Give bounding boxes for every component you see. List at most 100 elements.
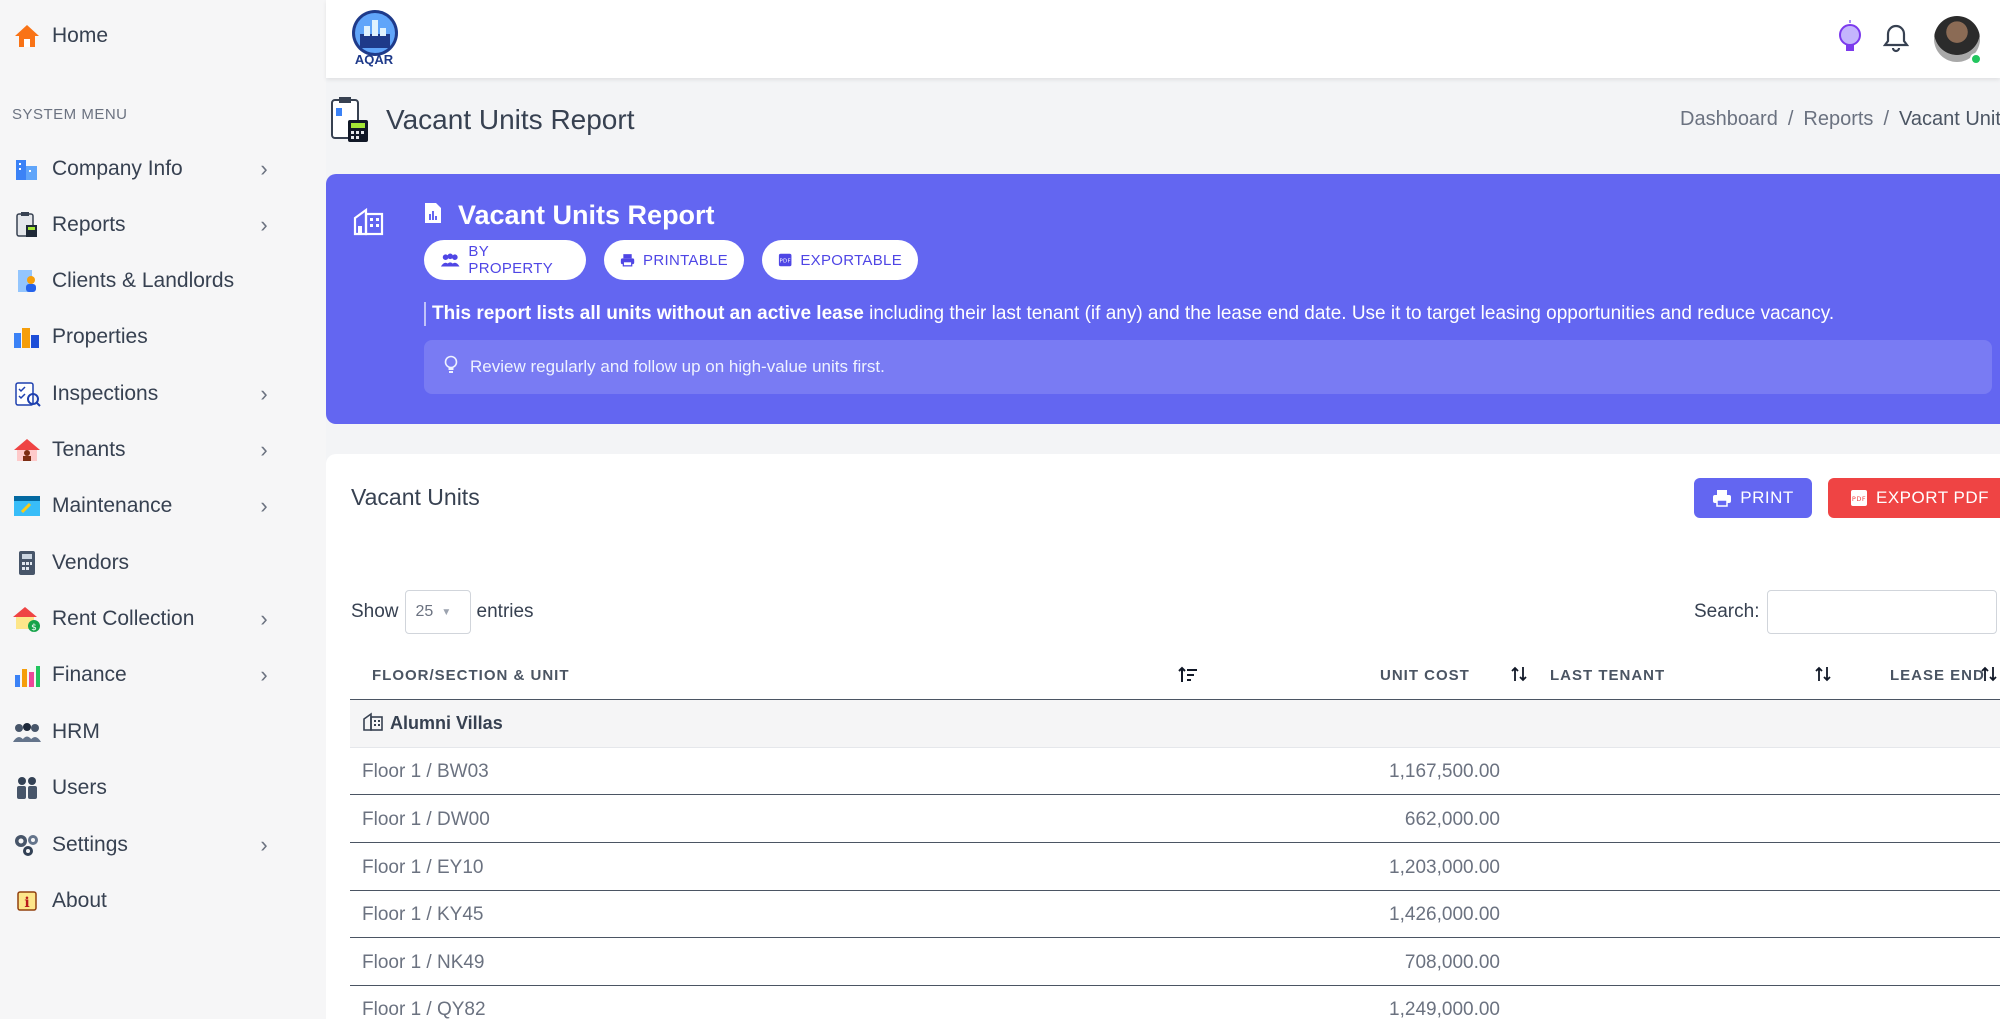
chevron-right-icon: ›: [260, 606, 268, 631]
chevron-right-icon: ›: [260, 212, 268, 237]
vacant-units-card: Vacant Units PRINT PDF EXPORT PDF Show 2…: [326, 454, 2000, 1019]
file-report-icon: [424, 202, 442, 229]
lightbulb-icon[interactable]: [1830, 18, 1870, 58]
export-pdf-button-label: EXPORT PDF: [1876, 488, 1990, 507]
unit-cell: Floor 1 / QY82: [362, 999, 486, 1019]
bell-icon[interactable]: [1876, 18, 1916, 58]
chevron-right-icon: ›: [260, 493, 268, 518]
table-row[interactable]: Floor 1 / KY45 1,426,000.00: [350, 891, 2000, 938]
calculator-icon: [12, 548, 42, 578]
sidebar-item-label: Vendors: [52, 551, 130, 574]
sidebar-item-label: Properties: [52, 325, 148, 348]
logo-text: AQAR: [354, 52, 394, 67]
search-input[interactable]: [1767, 590, 1998, 634]
unit-cell: Floor 1 / BW03: [362, 761, 489, 782]
print-button-label: PRINT: [1740, 488, 1794, 507]
table-row[interactable]: Floor 1 / BW03 1,167,500.00: [350, 748, 2000, 795]
table-header: FLOOR/SECTION & UNIT UNIT COST LAST TENA…: [350, 654, 2000, 700]
banner-description: This report lists all units without an a…: [424, 302, 1834, 326]
breadcrumb: Dashboard/Reports/Vacant Units Report: [1680, 108, 2000, 131]
sidebar-item-home[interactable]: Home: [12, 16, 274, 56]
column-header-unit-cost[interactable]: UNIT COST: [1380, 667, 1470, 684]
column-header-lease-end[interactable]: LEASE END: [1890, 667, 1985, 684]
top-header: AQAR: [326, 0, 2000, 78]
unit-cost-cell: 1,203,000.00: [1389, 857, 1500, 878]
pill-printable: PRINTABLE: [604, 240, 744, 280]
entries-control: Show 25 ▼ entries: [351, 590, 534, 634]
breadcrumb-reports[interactable]: Reports: [1803, 108, 1873, 130]
unit-cost-cell: 708,000.00: [1404, 952, 1500, 973]
sidebar-item-inspections[interactable]: Inspections ›: [12, 374, 274, 414]
unit-cell: Floor 1 / NK49: [362, 952, 485, 973]
caret-down-icon: ▼: [441, 606, 452, 618]
card-title: Vacant Units: [351, 484, 480, 510]
sort-icon[interactable]: [1510, 666, 1528, 687]
sort-icon[interactable]: [1814, 666, 1832, 687]
sidebar-item-label: Inspections: [52, 382, 159, 405]
sidebar-item-label: Users: [52, 776, 107, 799]
pill-label: BY PROPERTY: [468, 243, 554, 277]
sidebar-item-label: Tenants: [52, 438, 126, 461]
sidebar-item-properties[interactable]: Properties: [12, 317, 274, 357]
sidebar-item-hrm[interactable]: HRM: [12, 712, 274, 752]
print-button[interactable]: PRINT: [1694, 478, 1812, 518]
search-label: Search:: [1694, 601, 1760, 622]
show-label: Show: [351, 601, 399, 622]
sidebar-item-finance[interactable]: Finance ›: [12, 655, 274, 695]
banner-tip-text: Review regularly and follow up on high-v…: [470, 357, 885, 376]
sidebar-item-settings[interactable]: Settings ›: [12, 825, 274, 865]
sidebar-item-vendors[interactable]: Vendors: [12, 543, 274, 583]
building-outline-icon: [352, 206, 386, 240]
sidebar-item-rent-collection[interactable]: $ Rent Collection ›: [12, 599, 274, 639]
breadcrumb-dashboard[interactable]: Dashboard: [1680, 108, 1778, 130]
sidebar: Home SYSTEM MENU Company Info › Reports …: [0, 0, 326, 1019]
unit-cost-cell: 1,167,500.00: [1389, 761, 1500, 782]
sidebar-section-label: SYSTEM MENU: [12, 106, 128, 123]
unit-cell: Floor 1 / DW00: [362, 809, 490, 830]
table-row[interactable]: Floor 1 / DW00 662,000.00: [350, 796, 2000, 843]
pill-by-property: BY PROPERTY: [424, 240, 586, 280]
inspection-checklist-icon: [12, 379, 42, 409]
sort-ascending-icon[interactable]: [1178, 666, 1198, 689]
finance-chart-icon: [12, 660, 42, 690]
building-outline-icon: [362, 711, 384, 736]
column-header-last-tenant[interactable]: LAST TENANT: [1550, 667, 1665, 684]
chevron-right-icon: ›: [260, 832, 268, 857]
svg-text:PDF: PDF: [1852, 495, 1866, 503]
search-control: Search:: [1694, 590, 1998, 634]
table-row[interactable]: Floor 1 / NK49 708,000.00: [350, 939, 2000, 986]
sort-icon[interactable]: [1980, 666, 1998, 687]
chevron-right-icon: ›: [260, 437, 268, 462]
entries-select[interactable]: 25 ▼: [404, 590, 471, 634]
clipboard-report-icon: [12, 210, 42, 240]
sidebar-item-about[interactable]: i About: [12, 881, 274, 921]
banner-description-rest: including their last tenant (if any) and…: [863, 303, 1835, 324]
sidebar-item-label: Finance: [52, 663, 127, 686]
online-status-dot: [1970, 53, 1982, 65]
table-group-row: Alumni Villas: [350, 700, 2000, 748]
table-row[interactable]: Floor 1 / QY82 1,249,000.00: [350, 986, 2000, 1019]
sidebar-item-label: Rent Collection: [52, 607, 195, 630]
sidebar-item-users[interactable]: Users: [12, 768, 274, 808]
home-icon: [12, 21, 42, 51]
pill-label: EXPORTABLE: [800, 251, 902, 269]
sidebar-item-label: Home: [52, 24, 109, 47]
sidebar-item-clients-landlords[interactable]: Clients & Landlords: [12, 261, 274, 301]
users-icon: [12, 773, 42, 803]
sidebar-item-tenants[interactable]: Tenants ›: [12, 430, 274, 470]
unit-cost-cell: 1,249,000.00: [1389, 999, 1500, 1019]
sidebar-item-reports[interactable]: Reports ›: [12, 205, 274, 245]
sidebar-item-company-info[interactable]: Company Info ›: [12, 149, 274, 189]
sidebar-item-label: Company Info: [52, 157, 183, 180]
unit-cell: Floor 1 / EY10: [362, 857, 484, 878]
group-name: Alumni Villas: [390, 713, 503, 733]
chevron-right-icon: ›: [260, 381, 268, 406]
export-pdf-button[interactable]: PDF EXPORT PDF: [1828, 478, 2000, 518]
pill-exportable: PDF EXPORTABLE: [762, 240, 918, 280]
sidebar-item-maintenance[interactable]: Maintenance ›: [12, 486, 274, 526]
svg-text:PDF: PDF: [780, 259, 791, 265]
column-header-unit[interactable]: FLOOR/SECTION & UNIT: [372, 667, 570, 684]
team-icon: [12, 717, 42, 747]
table-row[interactable]: Floor 1 / EY10 1,203,000.00: [350, 844, 2000, 891]
building-icon: [12, 154, 42, 184]
